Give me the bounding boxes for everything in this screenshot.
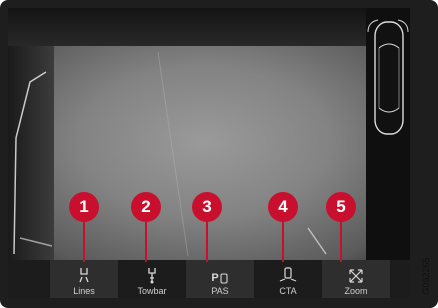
camera-toolbar: Lines Towbar P PAS CTA Zoom	[8, 260, 410, 298]
callout-leader-1	[83, 220, 85, 262]
towbar-button-label: Towbar	[137, 286, 167, 296]
callout-2: 2	[131, 192, 161, 222]
zoom-button[interactable]: Zoom	[322, 260, 390, 298]
callout-leader-3	[206, 220, 208, 262]
callout-leader-2	[145, 220, 147, 262]
pas-button[interactable]: P PAS	[186, 260, 254, 298]
towbar-icon	[145, 264, 159, 284]
guide-lines-icon	[77, 264, 91, 284]
callout-leader-4	[282, 220, 284, 262]
car-top-view-panel	[366, 8, 410, 260]
callout-leader-5	[340, 220, 342, 262]
camera-screen: Lines Towbar P PAS CTA Zoom	[8, 8, 410, 298]
toolbar-spacer	[8, 260, 50, 298]
guide-lines-overlay	[13, 51, 327, 257]
callout-3: 3	[192, 192, 222, 222]
car-top-view-icon	[367, 19, 409, 135]
parking-assist-icon: P	[211, 264, 228, 284]
lines-button[interactable]: Lines	[50, 260, 118, 298]
lines-button-label: Lines	[73, 286, 95, 296]
zoom-button-label: Zoom	[344, 286, 368, 296]
callout-5: 5	[326, 192, 356, 222]
callout-1: 1	[69, 192, 99, 222]
display-frame: Lines Towbar P PAS CTA Zoom 1 2 3 4 5	[0, 0, 438, 308]
pas-button-label: PAS	[211, 286, 229, 296]
toolbar-spacer-right	[390, 260, 410, 298]
cta-button[interactable]: CTA	[254, 260, 322, 298]
callout-4: 4	[268, 192, 298, 222]
cross-traffic-alert-icon	[278, 264, 298, 284]
towbar-button[interactable]: Towbar	[118, 260, 186, 298]
parking-assist-icon-letter: P	[211, 272, 219, 284]
cta-button-label: CTA	[279, 286, 297, 296]
image-code-text: G052265	[421, 257, 431, 295]
image-code: G052265	[418, 250, 434, 302]
zoom-icon	[348, 264, 364, 284]
